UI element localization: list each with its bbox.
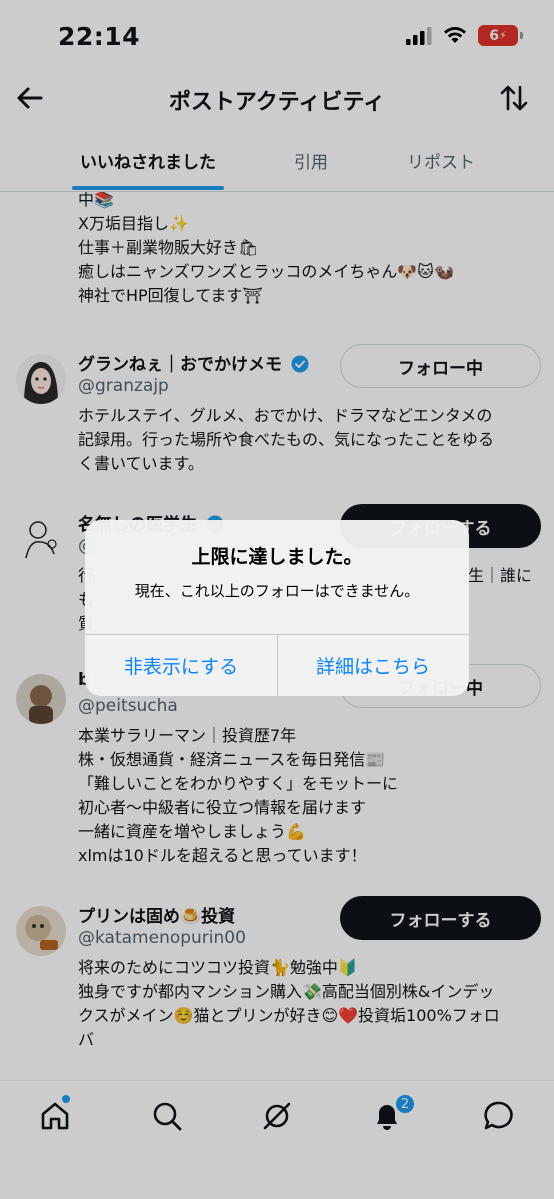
dialog-message: 現在、これ以上のフォローはできません。: [134, 582, 420, 600]
screen: 22:14 6 ⚡ ポストアクティビティ いいねされました 引用 リポスト 中📚…: [0, 0, 554, 1199]
limit-reached-dialog: 上限に達しました。 現在、これ以上のフォローはできません。 非表示にする 詳細は…: [85, 520, 469, 696]
dialog-title: 上限に達しました。: [191, 546, 363, 568]
hide-button[interactable]: 非表示にする: [85, 635, 277, 696]
details-button[interactable]: 詳細はこちら: [277, 635, 469, 696]
